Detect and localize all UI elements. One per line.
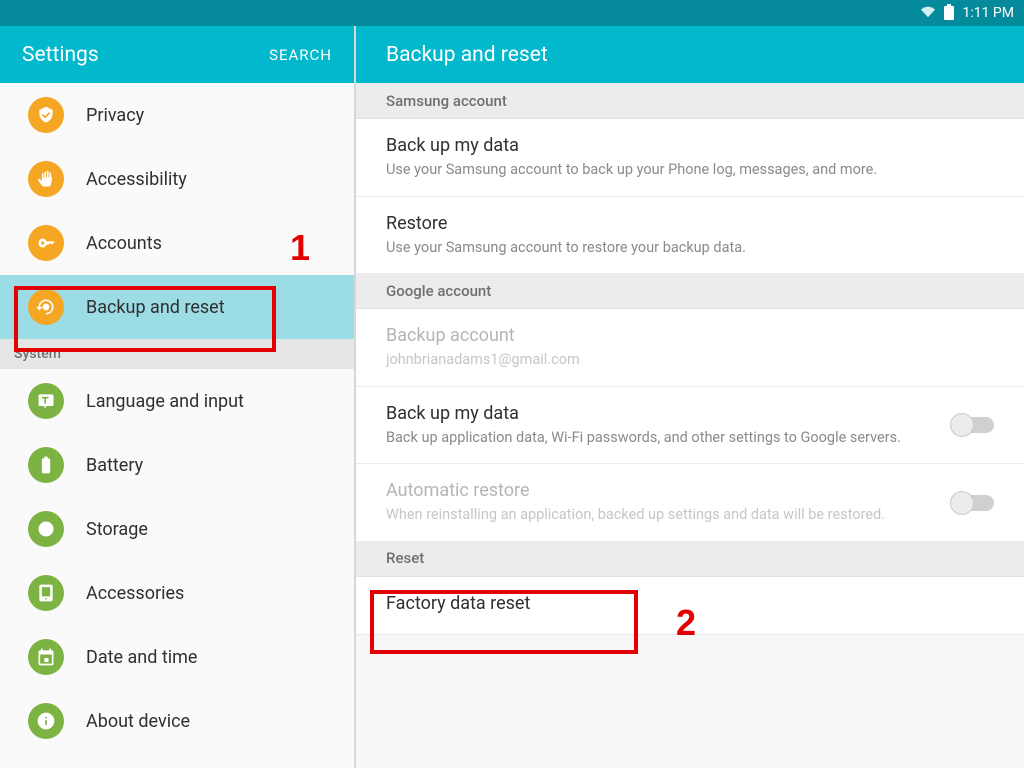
- sidebar-item-accounts[interactable]: Accounts: [0, 211, 354, 275]
- sidebar-item-backup-and-reset[interactable]: Backup and reset: [0, 275, 354, 339]
- sidebar-item-label: Date and time: [86, 647, 197, 668]
- section-header-google: Google account: [356, 273, 1024, 309]
- search-button[interactable]: SEARCH: [269, 46, 332, 64]
- item-title: Back up my data: [386, 403, 934, 424]
- tablet-icon: [28, 575, 64, 611]
- detail-title: Backup and reset: [356, 26, 1024, 83]
- sidebar-item-label: Battery: [86, 455, 143, 476]
- battery-icon: [944, 6, 954, 20]
- wifi-icon: [920, 4, 936, 23]
- sidebar-item-privacy[interactable]: Privacy: [0, 83, 354, 147]
- storage-icon: [28, 511, 64, 547]
- sidebar-item-battery[interactable]: Battery: [0, 433, 354, 497]
- section-header-reset: Reset: [356, 541, 1024, 577]
- item-subtitle: Use your Samsung account to back up your…: [386, 160, 994, 180]
- toggle-auto-restore[interactable]: [952, 495, 994, 511]
- sidebar-item-storage[interactable]: Storage: [0, 497, 354, 561]
- sidebar-item-label: Storage: [86, 519, 148, 540]
- item-google-auto-restore[interactable]: Automatic restore When reinstalling an a…: [356, 464, 1024, 541]
- backup-icon: [28, 289, 64, 325]
- section-google: Backup account johnbrianadams1@gmail.com…: [356, 309, 1024, 541]
- sidebar-section-system: System: [0, 339, 354, 369]
- item-title: Back up my data: [386, 135, 994, 156]
- key-icon: [28, 225, 64, 261]
- section-reset: Factory data reset: [356, 577, 1024, 635]
- sidebar-item-label: Privacy: [86, 105, 144, 126]
- settings-sidebar: Settings SEARCH Privacy Accessibility: [0, 26, 356, 768]
- section-samsung: Back up my data Use your Samsung account…: [356, 119, 1024, 273]
- sidebar-item-label: Accessories: [86, 583, 184, 604]
- item-google-backup-my-data[interactable]: Back up my data Back up application data…: [356, 387, 1024, 465]
- item-subtitle: When reinstalling an application, backed…: [386, 505, 934, 525]
- info-icon: [28, 703, 64, 739]
- hand-icon: [28, 161, 64, 197]
- detail-panel: Backup and reset Samsung account Back up…: [356, 26, 1024, 768]
- item-samsung-restore[interactable]: Restore Use your Samsung account to rest…: [356, 197, 1024, 274]
- item-subtitle: Use your Samsung account to restore your…: [386, 238, 994, 258]
- item-samsung-backup-my-data[interactable]: Back up my data Use your Samsung account…: [356, 119, 1024, 197]
- item-title: Restore: [386, 213, 994, 234]
- item-google-backup-account[interactable]: Backup account johnbrianadams1@gmail.com: [356, 309, 1024, 387]
- sidebar-item-label: Accessibility: [86, 169, 187, 190]
- sidebar-item-about[interactable]: About device: [0, 689, 354, 753]
- battery-icon: [28, 447, 64, 483]
- sidebar-item-language[interactable]: Language and input: [0, 369, 354, 433]
- status-time: 1:11 PM: [962, 5, 1014, 21]
- item-title: Factory data reset: [386, 593, 994, 614]
- toggle-google-backup[interactable]: [952, 417, 994, 433]
- sidebar-item-label: Backup and reset: [86, 297, 225, 318]
- language-icon: [28, 383, 64, 419]
- sidebar-item-accessories[interactable]: Accessories: [0, 561, 354, 625]
- privacy-icon: [28, 97, 64, 133]
- sidebar-item-label: Accounts: [86, 233, 162, 254]
- sidebar-item-date-time[interactable]: Date and time: [0, 625, 354, 689]
- sidebar-title: Settings: [22, 43, 99, 67]
- item-subtitle: Back up application data, Wi-Fi password…: [386, 428, 934, 448]
- sidebar-header: Settings SEARCH: [0, 26, 354, 83]
- item-subtitle: johnbrianadams1@gmail.com: [386, 350, 994, 370]
- item-factory-data-reset[interactable]: Factory data reset: [356, 577, 1024, 635]
- sidebar-item-accessibility[interactable]: Accessibility: [0, 147, 354, 211]
- sidebar-list: Privacy Accessibility Accounts Backup an…: [0, 83, 354, 753]
- sidebar-item-label: About device: [86, 711, 190, 732]
- item-title: Automatic restore: [386, 480, 934, 501]
- item-title: Backup account: [386, 325, 994, 346]
- sidebar-item-label: Language and input: [86, 391, 244, 412]
- status-bar: 1:11 PM: [0, 0, 1024, 26]
- calendar-icon: [28, 639, 64, 675]
- section-header-samsung: Samsung account: [356, 83, 1024, 119]
